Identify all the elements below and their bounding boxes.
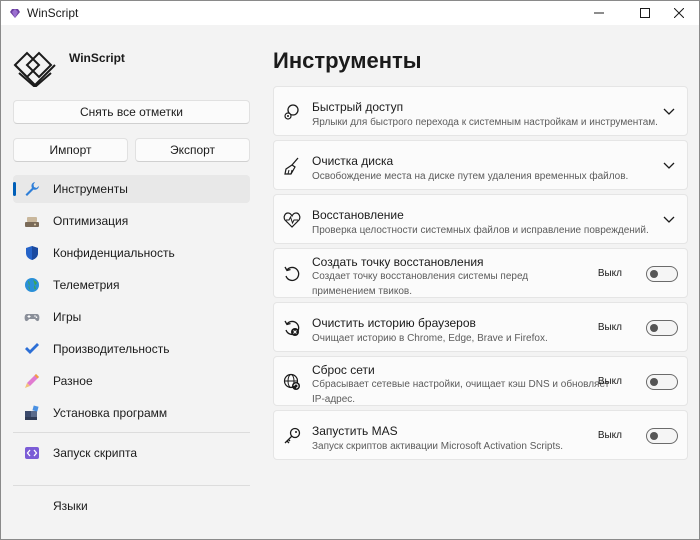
close-button[interactable] xyxy=(659,1,699,25)
sidebar-item-label: Запуск скрипта xyxy=(53,446,138,460)
sidebar-item-tools[interactable]: Инструменты xyxy=(13,175,250,203)
recovery-card[interactable]: Восстановление Проверка целостности сист… xyxy=(273,194,688,244)
wrench-icon xyxy=(25,182,39,196)
sidebar-item-install-apps[interactable]: Установка программ xyxy=(13,399,250,427)
gamepad-icon xyxy=(24,314,40,322)
chevron-down-icon[interactable] xyxy=(663,162,675,170)
sidebar-item-optimization[interactable]: Оптимизация xyxy=(13,207,250,235)
card-title: Очистить историю браузеров xyxy=(312,316,476,330)
app-window: WinScript WinScript Снять все отметки Им… xyxy=(0,0,700,540)
broom-icon xyxy=(284,157,299,175)
sidebar-divider xyxy=(13,432,250,433)
sidebar-item-label: Разное xyxy=(53,374,93,388)
network-reset-toggle[interactable] xyxy=(646,374,678,390)
brand-name: WinScript xyxy=(69,51,125,65)
run-mas-card: Запустить MAS Запуск скриптов активации … xyxy=(273,410,688,460)
toggle-knob xyxy=(650,378,658,386)
card-description: Очищает историю в Chrome, Edge, Brave и … xyxy=(312,333,548,344)
card-description: Проверка целостности системных файлов и … xyxy=(312,225,649,236)
clear-browser-history-card: Очистить историю браузеров Очищает истор… xyxy=(273,302,688,352)
active-indicator xyxy=(13,182,16,196)
sidebar-item-privacy[interactable]: Конфиденциальность xyxy=(13,239,250,267)
card-title: Создать точку восстановления xyxy=(312,255,484,269)
network-reset-card: Сброс сети Сбрасывает сетевые настройки,… xyxy=(273,356,688,406)
sidebar-item-performance[interactable]: Производительность xyxy=(13,335,250,363)
toggle-state-label: Выкл xyxy=(597,322,622,333)
quick-access-card[interactable]: Быстрый доступ Ярлыки для быстрого перех… xyxy=(273,86,688,136)
run-mas-toggle[interactable] xyxy=(646,428,678,444)
card-description: Сбрасывает сетевые настройки, очищает кэ… xyxy=(312,379,610,405)
sidebar-item-label: Производительность xyxy=(53,342,170,356)
minimize-icon xyxy=(594,12,604,14)
close-icon xyxy=(674,8,684,18)
shield-icon xyxy=(26,246,38,260)
minimize-button[interactable] xyxy=(579,1,619,25)
sidebar-item-label: Инструменты xyxy=(53,182,128,196)
toggle-state-label: Выкл xyxy=(597,268,622,279)
card-title: Сброс сети xyxy=(312,363,375,377)
maximize-icon xyxy=(640,8,650,18)
toggle-knob xyxy=(650,432,658,440)
sidebar-item-run-script[interactable]: Запуск скрипта xyxy=(13,439,250,467)
apps-icon xyxy=(25,405,39,420)
sidebar-item-label: Оптимизация xyxy=(53,214,129,228)
card-title: Очистка диска xyxy=(312,154,394,168)
import-button[interactable]: Импорт xyxy=(13,138,128,162)
sidebar-item-label: Конфиденциальность xyxy=(53,246,175,260)
export-button[interactable]: Экспорт xyxy=(135,138,250,162)
card-description: Ярлыки для быстрого перехода к системным… xyxy=(312,117,658,128)
restore-point-card: Создать точку восстановления Создает точ… xyxy=(273,248,688,298)
card-title: Восстановление xyxy=(312,208,404,222)
restore-point-toggle[interactable] xyxy=(646,266,678,282)
toggle-knob xyxy=(650,270,658,278)
chevron-down-icon[interactable] xyxy=(663,108,675,116)
key-icon xyxy=(284,427,301,444)
sidebar-item-label: Языки xyxy=(53,499,88,513)
card-description: Освобождение места на диске путем удален… xyxy=(312,171,629,182)
sidebar-item-telemetry[interactable]: Телеметрия xyxy=(13,271,250,299)
card-title: Быстрый доступ xyxy=(312,100,404,114)
network-reset-icon xyxy=(283,373,300,390)
card-title: Запустить MAS xyxy=(312,424,398,438)
history-clear-icon xyxy=(284,320,300,336)
checkmark-icon xyxy=(25,343,39,354)
chevron-down-icon[interactable] xyxy=(663,216,675,224)
search-gear-icon xyxy=(284,104,299,120)
card-description: Запуск скриптов активации Microsoft Acti… xyxy=(312,441,564,452)
toggle-knob xyxy=(650,324,658,332)
clear-history-toggle[interactable] xyxy=(646,320,678,336)
app-logo-icon xyxy=(10,9,20,18)
sidebar-item-games[interactable]: Игры xyxy=(13,303,250,331)
globe-icon xyxy=(25,278,39,292)
pencil-icon xyxy=(25,374,39,388)
heart-pulse-icon xyxy=(283,212,301,228)
window-title: WinScript xyxy=(27,6,79,20)
disk-cleanup-card[interactable]: Очистка диска Освобождение места на диск… xyxy=(273,140,688,190)
script-icon xyxy=(25,447,39,459)
sidebar-item-misc[interactable]: Разное xyxy=(13,367,250,395)
sidebar-item-label: Установка программ xyxy=(53,406,168,420)
toggle-state-label: Выкл xyxy=(597,376,622,387)
page-title: Инструменты xyxy=(273,48,422,73)
sidebar-item-label: Телеметрия xyxy=(53,278,120,292)
winscript-logo-icon xyxy=(13,51,56,87)
toggle-state-label: Выкл xyxy=(597,430,622,441)
clear-all-button[interactable]: Снять все отметки xyxy=(13,100,250,124)
card-description: Создает точку восстановления системы пер… xyxy=(312,271,529,297)
title-bar: WinScript xyxy=(1,1,699,25)
optimization-icon xyxy=(25,217,39,227)
sidebar-item-label: Игры xyxy=(53,310,82,324)
sidebar-divider xyxy=(13,485,250,486)
restore-icon xyxy=(284,266,300,282)
sidebar-item-languages[interactable]: Языки xyxy=(13,492,250,520)
